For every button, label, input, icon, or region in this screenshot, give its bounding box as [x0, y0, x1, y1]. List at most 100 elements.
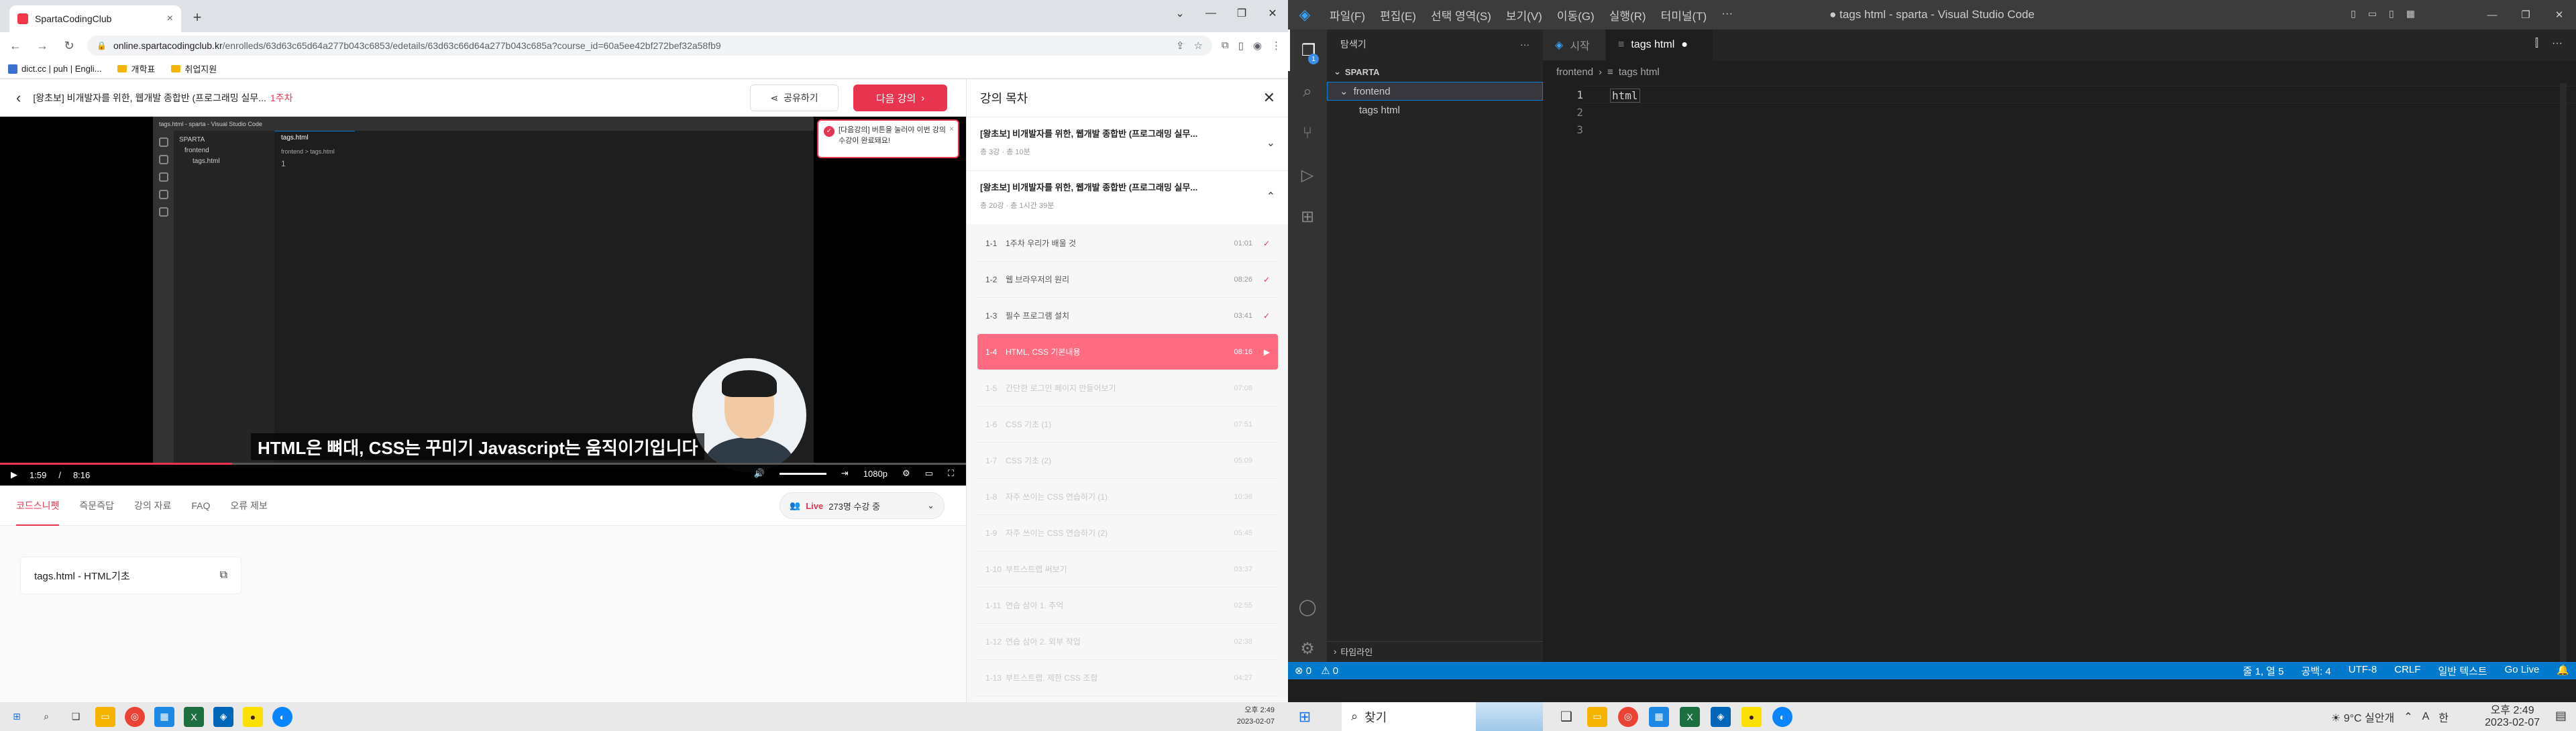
settings-gear-icon[interactable]: ⚙ — [902, 468, 910, 479]
lesson-item[interactable]: 1-3 필수 프로그램 설치 03:41 ✓ — [977, 298, 1278, 334]
tab-welcome[interactable]: ◈ 시작 — [1543, 30, 1606, 60]
lesson-item[interactable]: 1-4 HTML, CSS 기본내용 08:16 ▶ — [977, 334, 1278, 370]
close-icon[interactable]: × — [949, 123, 954, 134]
volume-icon[interactable]: 🔊 — [754, 468, 765, 479]
account-icon[interactable]: ◯ — [1288, 586, 1327, 628]
lesson-item[interactable]: 1-8 자주 쓰이는 CSS 연습하기 (1) 10:36 — [977, 479, 1278, 515]
lesson-item[interactable]: 1-9 자주 쓰이는 CSS 연습하기 (2) 05:45 — [977, 515, 1278, 551]
share-page-icon[interactable]: ⇪ — [1176, 40, 1185, 52]
restore-icon[interactable]: ❐ — [2509, 0, 2542, 30]
run-debug-icon[interactable]: ▷ — [1288, 154, 1327, 196]
code-editor[interactable]: 1 2 3 html — [1543, 83, 2576, 662]
taskbar-search[interactable]: ⌕ 찾기 — [1342, 702, 1543, 731]
menu-kebab-icon[interactable]: ⋮ — [1271, 40, 1281, 52]
more-actions-icon[interactable]: ··· — [2552, 38, 2563, 50]
lesson-item[interactable]: 1-1 1주차 우리가 배울 것 01:01 ✓ — [977, 225, 1278, 262]
maximize-icon[interactable]: ❐ — [1226, 0, 1257, 27]
tab-tags-html[interactable]: ≡ tags html ● — [1606, 30, 1713, 60]
errors-count[interactable]: ⊗ 0 — [1295, 665, 1311, 677]
toggle-secondary-icon[interactable]: ▯ — [2389, 8, 2394, 19]
unsaved-dot-icon[interactable]: ● — [1681, 39, 1688, 51]
share-button[interactable]: ⋖ 공유하기 — [750, 85, 839, 111]
file-explorer-icon[interactable]: ▭ — [95, 706, 115, 727]
quality-setting[interactable]: 1080p — [863, 469, 888, 479]
address-bar[interactable]: 🔒 online.spartacodingclub.kr/enrolleds/6… — [87, 36, 1212, 56]
tab-faq[interactable]: FAQ — [191, 500, 210, 511]
source-control-icon[interactable]: ⑂ — [1288, 113, 1327, 154]
menu-item[interactable]: 선택 영역(S) — [1431, 7, 1491, 23]
go-live-button[interactable]: Go Live — [2505, 664, 2540, 678]
system-clock[interactable]: 오후 2:49 2023-02-07 — [1237, 705, 1275, 728]
scrollbar[interactable] — [2560, 83, 2567, 662]
workspace-root[interactable]: ⌄ SPARTA — [1327, 63, 1543, 80]
customize-layout-icon[interactable]: ▦ — [2406, 8, 2415, 19]
menu-item[interactable]: ··· — [1721, 7, 1733, 23]
sidepanel-icon[interactable]: ▯ — [1238, 40, 1244, 52]
menu-item[interactable]: 파일(F) — [1330, 7, 1365, 23]
close-icon[interactable]: × — [167, 13, 173, 25]
breadcrumb-folder[interactable]: frontend — [1556, 66, 1593, 78]
bookmark-folder[interactable]: 취업지원 — [171, 62, 217, 75]
task-view-icon[interactable]: ❑ — [1556, 707, 1576, 727]
search-icon[interactable]: ⌕ — [1288, 71, 1327, 113]
lesson-item[interactable]: 1-7 CSS 기초 (2) 05:09 — [977, 443, 1278, 479]
reload-icon[interactable]: ↻ — [60, 39, 78, 53]
menu-item[interactable]: 편집(E) — [1380, 7, 1416, 23]
bookmark-folder[interactable]: 개학표 — [117, 62, 155, 75]
extensions-icon[interactable]: ⧉ — [1222, 40, 1229, 52]
toggle-sidebar-icon[interactable]: ▯ — [2351, 8, 2356, 19]
tab-search-icon[interactable]: ⌄ — [1165, 0, 1195, 27]
course-section[interactable]: [왕초보] 비개발자를 위한, 웹개발 종합반 (프로그래밍 실무... 총 3… — [967, 117, 1288, 170]
windows-start-icon[interactable]: ⊞ — [1295, 707, 1315, 727]
indentation[interactable]: 공백: 4 — [2301, 664, 2330, 678]
weather-widget[interactable]: ☀ 9°C 실안개 — [2331, 709, 2394, 725]
minimize-icon[interactable]: — — [2475, 0, 2509, 30]
tab-code-snippet[interactable]: 코드스니펫 — [16, 486, 60, 526]
new-tab-button[interactable]: + — [188, 8, 207, 27]
play-icon[interactable]: ▶ — [11, 469, 17, 480]
bell-icon[interactable]: 🔔 — [2557, 664, 2569, 678]
lock-icon[interactable]: 🔒 — [97, 41, 107, 50]
forward-arrow-icon[interactable]: → — [34, 39, 51, 53]
lesson-item[interactable]: 1-10 부트스트랩 써보기 03:37 — [977, 551, 1278, 587]
back-arrow-icon[interactable]: ← — [7, 39, 24, 53]
folder-frontend[interactable]: ⌄ frontend — [1327, 82, 1543, 101]
chevron-up-icon[interactable]: ⌃ — [2404, 710, 2412, 724]
vscode-icon[interactable]: ◈ — [1711, 706, 1731, 727]
fullscreen-icon[interactable]: ⛶ — [948, 468, 954, 479]
search-icon[interactable]: ⌕ — [36, 707, 56, 727]
calendar-icon[interactable]: ▦ — [1649, 706, 1669, 727]
lesson-item[interactable]: 1-12 연습 삼아 2. 외부 작업 02:38 — [977, 624, 1278, 660]
kakaotalk-icon[interactable]: ● — [243, 706, 263, 727]
menu-item[interactable]: 실행(R) — [1609, 7, 1646, 23]
chrome-icon[interactable]: ◎ — [125, 706, 145, 727]
close-window-icon[interactable]: ✕ — [1257, 0, 1288, 27]
code-text[interactable]: html — [1610, 89, 1640, 103]
language-mode[interactable]: 일반 텍스트 — [2438, 664, 2487, 678]
task-view-icon[interactable]: ❑ — [66, 707, 86, 727]
lesson-item[interactable]: 1-13 부트스트랩, 제한 CSS 조합 04:27 — [977, 660, 1278, 696]
browser-tab[interactable]: SpartaCodingClub × — [9, 5, 181, 32]
close-window-icon[interactable]: ✕ — [2542, 0, 2576, 30]
lesson-item[interactable]: 1-6 CSS 기초 (1) 07:51 — [977, 406, 1278, 443]
snippet-card[interactable]: tags.html - HTML기초 ⧉ — [20, 557, 241, 594]
skip-icon[interactable]: ⇥ — [841, 468, 849, 479]
profile-avatar[interactable]: ◉ — [1253, 40, 1262, 52]
edge-icon[interactable]: ◐ — [272, 706, 292, 727]
tab-qna[interactable]: 즉문즉답 — [79, 499, 114, 512]
ime-indicator[interactable]: A — [2422, 711, 2430, 723]
minimize-icon[interactable]: — — [1195, 0, 1226, 27]
tab-materials[interactable]: 강의 자료 — [134, 499, 171, 512]
tab-error-report[interactable]: 오류 제보 — [230, 499, 267, 512]
bookmark-item[interactable]: dict.cc | puh | Engli... — [8, 64, 101, 74]
system-clock[interactable]: 오후 2:49 2023-02-07 — [2485, 705, 2540, 729]
warnings-count[interactable]: ⚠ 0 — [1321, 665, 1338, 677]
copy-icon[interactable]: ⧉ — [220, 569, 227, 581]
bookmark-star-icon[interactable]: ☆ — [1193, 40, 1202, 52]
excel-icon[interactable]: X — [184, 706, 204, 727]
excel-icon[interactable]: X — [1680, 706, 1700, 727]
lesson-item[interactable]: 1-2 웹 브라우저의 원리 08:26 ✓ — [977, 262, 1278, 298]
back-arrow-icon[interactable]: ‹ — [16, 89, 21, 107]
extensions-icon[interactable]: ⊞ — [1288, 196, 1327, 237]
course-section[interactable]: [왕초보] 비개발자를 위한, 웹개발 종합반 (프로그래밍 실무... 총 2… — [967, 170, 1288, 224]
